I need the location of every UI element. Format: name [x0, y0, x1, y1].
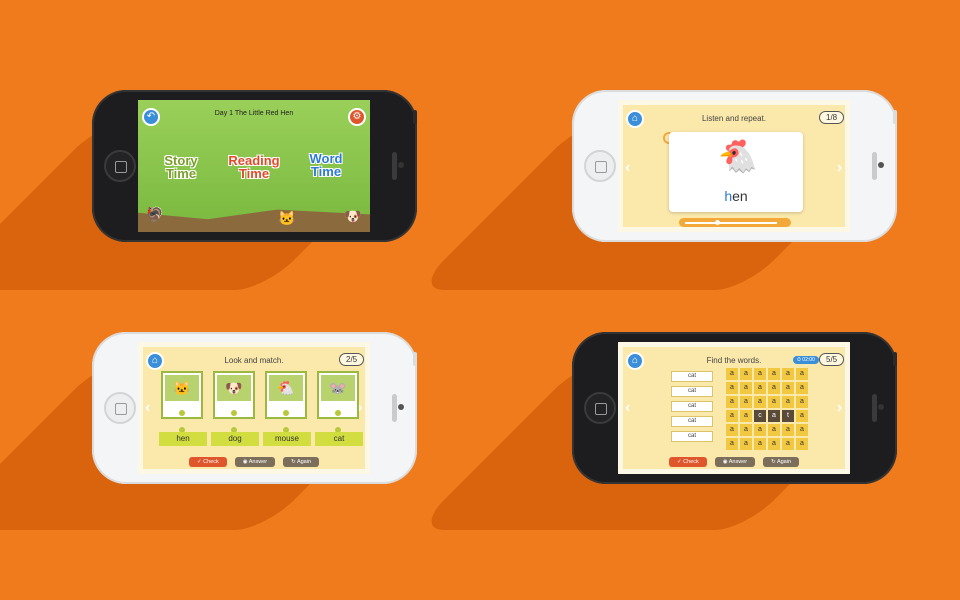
grid-cell[interactable]: a: [754, 396, 766, 408]
turkey-illustration: 🦃: [146, 206, 164, 222]
grid-cell[interactable]: a: [782, 396, 794, 408]
grid-cell[interactable]: a: [726, 396, 738, 408]
grid-cell[interactable]: a: [796, 410, 808, 422]
match-screen: ⌂ Look and match. 2/5 ‹ › 🐱 🐶 🐔 🐭 hen do…: [138, 342, 370, 474]
prev-arrow[interactable]: ‹: [625, 399, 630, 417]
grid-cell[interactable]: a: [768, 368, 780, 380]
word-label-mouse[interactable]: mouse: [263, 432, 311, 446]
again-button[interactable]: ↻ Again: [763, 457, 800, 467]
word-label-dog[interactable]: dog: [211, 432, 259, 446]
page-counter: 2/5: [339, 353, 365, 366]
lesson-title: Day 1 The Little Red Hen: [214, 110, 294, 117]
grid-cell[interactable]: a: [768, 424, 780, 436]
grid-cell[interactable]: a: [740, 410, 752, 422]
instruction-title: Look and match.: [224, 356, 284, 365]
grid-cell[interactable]: a: [796, 368, 808, 380]
audio-knob[interactable]: [715, 220, 720, 225]
phone-2: ⌂ Listen and repeat. 1/8 ‹ › 🐔 hen: [572, 90, 897, 242]
grid-cell[interactable]: a: [796, 382, 808, 394]
home-button[interactable]: [584, 392, 616, 424]
game-menu-screen: ↶ Day 1 The Little Red Hen ⚙ Story Time …: [138, 100, 370, 232]
ground-strip: [138, 209, 370, 232]
grid-cell[interactable]: a: [754, 424, 766, 436]
instruction-title: Listen and repeat.: [701, 114, 767, 123]
grid-cell[interactable]: a: [726, 438, 738, 450]
word-label-cat[interactable]: cat: [315, 432, 363, 446]
home-button[interactable]: [104, 392, 136, 424]
grid-cell[interactable]: t: [782, 410, 794, 422]
grid-cell[interactable]: a: [796, 438, 808, 450]
prev-arrow[interactable]: ‹: [625, 159, 630, 177]
word-list-item: cat: [671, 371, 713, 382]
grid-cell[interactable]: a: [726, 382, 738, 394]
grid-cell[interactable]: a: [768, 382, 780, 394]
prev-arrow[interactable]: ‹: [145, 399, 150, 417]
hen-image: 🐔: [718, 138, 758, 174]
story-time-button[interactable]: Story Time: [156, 154, 206, 180]
timer: ⏱ 02:00: [793, 356, 819, 364]
grid-cell[interactable]: a: [740, 368, 752, 380]
word-label: hen: [724, 188, 748, 204]
phone-4: ⌂ Find the words. ⏱ 02:00 5/5 ‹ › cat cat…: [572, 332, 897, 484]
letter-grid: aaaaaaaaaaaaaaaaaaaacataaaaaaaaaaaaa: [726, 368, 808, 450]
word-list-item: cat: [671, 416, 713, 427]
word-list-item: cat: [671, 386, 713, 397]
grid-cell[interactable]: a: [740, 424, 752, 436]
again-button[interactable]: ↻ Again: [283, 457, 320, 467]
word-search-screen: ⌂ Find the words. ⏱ 02:00 5/5 ‹ › cat cat…: [618, 342, 850, 474]
phone-1: ↶ Day 1 The Little Red Hen ⚙ Story Time …: [92, 90, 417, 242]
settings-icon[interactable]: ⚙: [348, 108, 366, 126]
listen-screen: ⌂ Listen and repeat. 1/8 ‹ › 🐔 hen: [618, 100, 850, 232]
grid-cell[interactable]: a: [782, 438, 794, 450]
answer-button[interactable]: ◉ Answer: [714, 457, 756, 467]
answer-button[interactable]: ◉ Answer: [234, 457, 276, 467]
word-label-hen[interactable]: hen: [159, 432, 207, 446]
home-button[interactable]: [104, 150, 136, 182]
grid-cell[interactable]: a: [782, 424, 794, 436]
phone-3: ⌂ Look and match. 2/5 ‹ › 🐱 🐶 🐔 🐭 hen do…: [92, 332, 417, 484]
next-arrow[interactable]: ›: [837, 159, 842, 177]
check-button[interactable]: ✓ Check: [188, 457, 227, 467]
page-counter: 1/8: [819, 111, 845, 124]
next-arrow[interactable]: ›: [837, 399, 842, 417]
grid-cell[interactable]: a: [740, 382, 752, 394]
check-button[interactable]: ✓ Check: [668, 457, 707, 467]
dog-illustration: 🐶: [344, 208, 362, 224]
grid-cell[interactable]: a: [782, 382, 794, 394]
word-list-item: cat: [671, 431, 713, 442]
grid-cell[interactable]: a: [796, 396, 808, 408]
grid-cell[interactable]: a: [768, 396, 780, 408]
grid-cell[interactable]: a: [754, 368, 766, 380]
grid-cell[interactable]: a: [740, 396, 752, 408]
grid-cell[interactable]: a: [768, 410, 780, 422]
audio-progress-bar[interactable]: [679, 218, 791, 227]
grid-cell[interactable]: a: [754, 382, 766, 394]
reading-time-button[interactable]: Reading Time: [224, 154, 284, 180]
word-time-button[interactable]: Word Time: [298, 152, 354, 178]
page-counter: 5/5: [819, 353, 845, 366]
grid-cell[interactable]: a: [726, 410, 738, 422]
word-list-item: cat: [671, 401, 713, 412]
grid-cell[interactable]: a: [740, 438, 752, 450]
grid-cell[interactable]: c: [754, 410, 766, 422]
grid-cell[interactable]: a: [782, 368, 794, 380]
grid-cell[interactable]: a: [726, 424, 738, 436]
cat-illustration: 🐱: [278, 210, 296, 226]
word-card: 🐔 hen: [669, 132, 803, 212]
grid-cell[interactable]: a: [754, 438, 766, 450]
grid-cell[interactable]: a: [726, 368, 738, 380]
grid-cell[interactable]: a: [768, 438, 780, 450]
home-button[interactable]: [584, 150, 616, 182]
grid-cell[interactable]: a: [796, 424, 808, 436]
